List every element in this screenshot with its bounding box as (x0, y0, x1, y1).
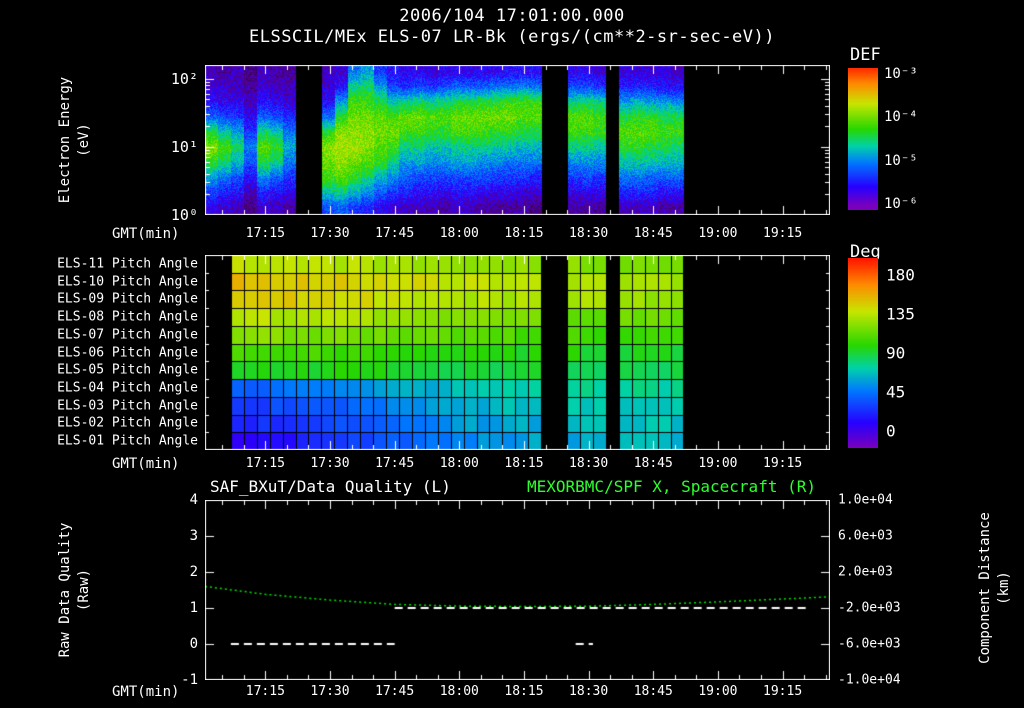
spacecraft-series-title: MEXORBMC/SPF X, Spacecraft (R) (527, 477, 816, 496)
x-tick-label: 18:30 (569, 684, 608, 699)
x-tick-label: 18:45 (634, 684, 673, 699)
energy-y-tick-label: 10² (171, 70, 198, 88)
pitch-row-label: ELS-05 Pitch Angle (57, 363, 198, 378)
x-tick-label: 17:30 (310, 684, 349, 699)
x-tick-label: 17:30 (310, 456, 349, 471)
distance-y-tick-label: 6.0e+03 (838, 529, 893, 544)
x-tick-label: 17:15 (246, 226, 285, 241)
x-tick-label: 18:30 (569, 456, 608, 471)
def-colorbar (848, 68, 878, 210)
pitch-row-label: ELS-10 Pitch Angle (57, 274, 198, 289)
left-label-column: 10² 10¹ 10⁰ ELS-11 Pitch Angle ELS-10 Pitch … (0, 0, 200, 708)
energy-spectrogram (205, 65, 830, 215)
def-colorbar-tick-label: 10⁻⁴ (884, 109, 918, 125)
quality-y-tick-label: 4 (190, 492, 198, 508)
quality-y-tick-label: 2 (190, 564, 198, 580)
deg-colorbar-tick-label: 135 (886, 305, 915, 324)
distance-y-tick-label: 1.0e+04 (838, 493, 893, 508)
distance-axis-title-line: Component Distance (976, 512, 995, 664)
x-tick-label: 19:00 (698, 684, 737, 699)
quality-y-tick-label: 3 (190, 528, 198, 544)
deg-colorbar-tick-label: 180 (886, 266, 915, 285)
x-tick-label: 18:30 (569, 226, 608, 241)
x-tick-label: 18:00 (440, 226, 479, 241)
x-tick-label: 18:00 (440, 684, 479, 699)
x-tick-label: 19:00 (698, 456, 737, 471)
pitch-row-label: ELS-07 Pitch Angle (57, 327, 198, 342)
distance-axis-title-line: (km) (995, 512, 1014, 664)
x-tick-label: 18:45 (634, 456, 673, 471)
deg-colorbar-tick-label: 90 (886, 344, 905, 363)
x-tick-label: 18:15 (504, 684, 543, 699)
distance-y-tick-label: -1.0e+04 (838, 673, 901, 688)
x-tick-label: 17:15 (246, 684, 285, 699)
pitch-row-label: ELS-08 Pitch Angle (57, 310, 198, 325)
x-tick-label: 18:00 (440, 456, 479, 471)
x-tick-label: 19:15 (763, 456, 802, 471)
pitch-row-label: ELS-06 Pitch Angle (57, 345, 198, 360)
def-colorbar-tick-label: 10⁻³ (884, 66, 918, 82)
distance-y-tick-label: -2.0e+03 (838, 601, 901, 616)
x-tick-label: 18:15 (504, 456, 543, 471)
pitch-row-label: ELS-01 Pitch Angle (57, 434, 198, 449)
x-tick-label: 19:15 (763, 226, 802, 241)
deg-colorbar (848, 258, 878, 448)
quality-series-title: SAF_BXuT/Data Quality (L) (210, 477, 451, 496)
pitch-row-label: ELS-03 Pitch Angle (57, 398, 198, 413)
deg-colorbar-tick-label: 45 (886, 382, 905, 401)
quality-y-tick-label: 0 (190, 636, 198, 652)
energy-y-tick-label: 10¹ (171, 138, 198, 156)
x-tick-label: 19:00 (698, 226, 737, 241)
def-colorbar-tick-label: 10⁻⁵ (884, 153, 918, 169)
pitch-row-label: ELS-02 Pitch Angle (57, 416, 198, 431)
x-tick-label: 18:45 (634, 226, 673, 241)
pitch-row-label: ELS-04 Pitch Angle (57, 380, 198, 395)
x-tick-label: 17:45 (375, 456, 414, 471)
x-tick-label: 17:45 (375, 684, 414, 699)
x-tick-label: 17:15 (246, 456, 285, 471)
x-tick-label: 17:45 (375, 226, 414, 241)
distance-y-tick-label: -6.0e+03 (838, 637, 901, 652)
quality-y-tick-label: -1 (181, 672, 198, 688)
distance-axis-title: Component Distance (km) (976, 512, 1014, 664)
deg-colorbar-tick-label: 0 (886, 421, 896, 440)
pitch-angle-heatmap (205, 255, 830, 450)
energy-y-tick-label: 10⁰ (171, 206, 198, 224)
x-tick-label: 17:30 (310, 226, 349, 241)
quality-distance-plot (205, 500, 830, 680)
plot-screen: 2006/104 17:01:00.000 ELSSCIL/MEx ELS-07… (0, 0, 1024, 708)
def-colorbar-title: DEF (850, 45, 881, 65)
distance-y-tick-label: 2.0e+03 (838, 565, 893, 580)
quality-y-tick-label: 1 (190, 600, 198, 616)
pitch-row-label: ELS-11 Pitch Angle (57, 256, 198, 271)
x-tick-label: 18:15 (504, 226, 543, 241)
def-colorbar-tick-label: 10⁻⁶ (884, 196, 918, 212)
x-tick-label: 19:15 (763, 684, 802, 699)
pitch-row-label: ELS-09 Pitch Angle (57, 292, 198, 307)
